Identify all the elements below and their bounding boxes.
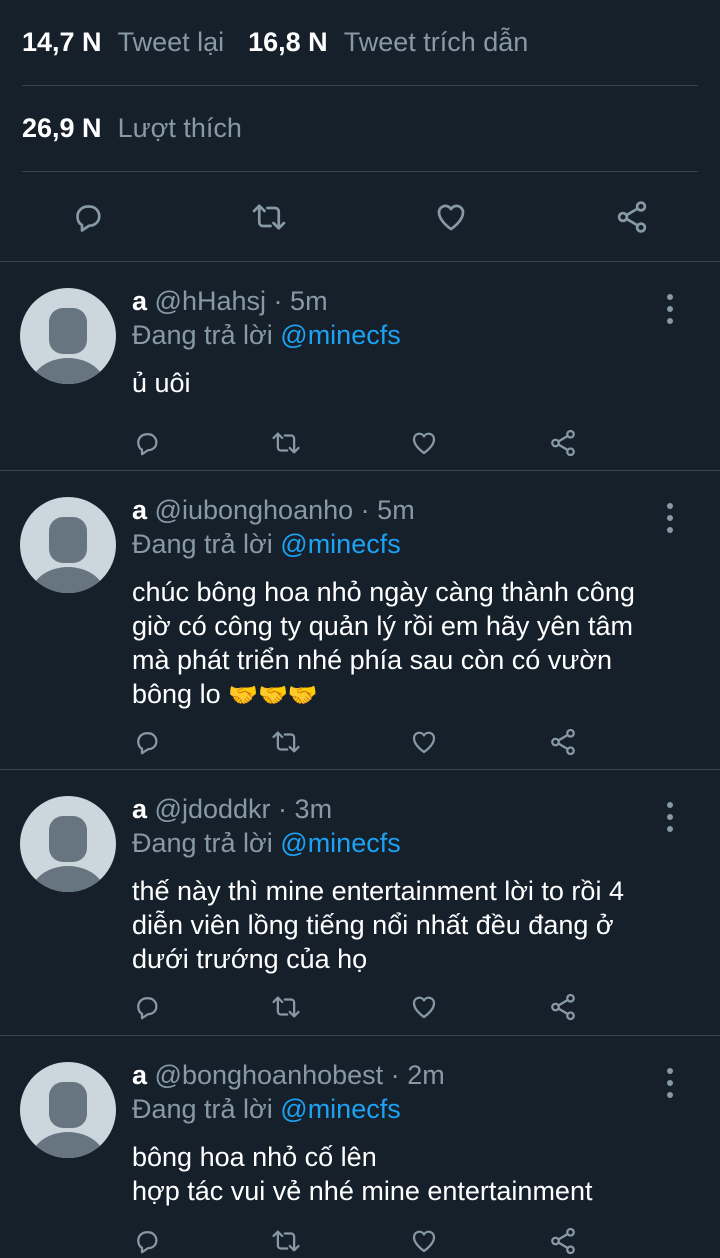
share-icon[interactable] (548, 428, 578, 458)
replying-to-label: Đang trả lời (132, 828, 273, 858)
user-handle[interactable]: @hHahsj (155, 286, 266, 316)
like-icon[interactable] (409, 992, 439, 1022)
retweets-label: Tweet lại (117, 27, 225, 57)
replying-to-mention[interactable]: @minecfs (280, 320, 400, 350)
engagement-stats-row: 14,7 N Tweet lại 16,8 N Tweet trích dẫn (22, 0, 698, 86)
retweet-icon[interactable] (271, 727, 301, 757)
reply-header: a @hHahsj · 5m (132, 284, 660, 318)
replying-to-line: Đang trả lời @minecfs (132, 318, 660, 352)
more-options-icon[interactable] (660, 802, 680, 832)
display-name[interactable]: a (132, 286, 147, 316)
share-icon[interactable] (548, 727, 578, 757)
reply-action-bar (132, 1204, 578, 1258)
retweets-stat[interactable]: 14,7 N Tweet lại (22, 27, 224, 58)
replying-to-label: Đang trả lời (132, 1094, 273, 1124)
display-name[interactable]: a (132, 794, 147, 824)
replying-to-line: Đang trả lời @minecfs (132, 826, 660, 860)
avatar[interactable] (20, 288, 116, 384)
share-icon[interactable] (548, 1226, 578, 1256)
reply-header: a @iubonghoanho · 5m (132, 493, 660, 527)
reply-action-bar (132, 970, 578, 1040)
reply-item[interactable]: a @bonghoanhobest · 2m Đang trả lời @min… (0, 1036, 720, 1258)
share-icon[interactable] (614, 199, 650, 235)
reply-icon[interactable] (132, 1226, 162, 1256)
replying-to-line: Đang trả lời @minecfs (132, 527, 660, 561)
timestamp: 2m (407, 1060, 445, 1090)
user-handle[interactable]: @jdoddkr (155, 794, 271, 824)
reply-header: a @jdoddkr · 3m (132, 792, 660, 826)
likes-count: 26,9 N (22, 113, 102, 143)
replying-to-mention[interactable]: @minecfs (280, 529, 400, 559)
reply-text: chúc bông hoa nhỏ ngày càng thành công g… (132, 575, 660, 713)
more-options-icon[interactable] (660, 1068, 680, 1098)
reply-action-bar (132, 705, 578, 775)
avatar[interactable] (20, 1062, 116, 1158)
replying-to-line: Đang trả lời @minecfs (132, 1092, 660, 1126)
timestamp: 5m (377, 495, 415, 525)
avatar[interactable] (20, 497, 116, 593)
likes-stats-row: 26,9 N Lượt thích (22, 86, 698, 172)
replying-to-label: Đang trả lời (132, 529, 273, 559)
reply-icon[interactable] (132, 727, 162, 757)
reply-icon[interactable] (132, 992, 162, 1022)
like-icon[interactable] (409, 727, 439, 757)
reply-item[interactable]: a @iubonghoanho · 5m Đang trả lời @minec… (0, 471, 720, 770)
reply-action-bar (132, 406, 578, 476)
retweet-icon[interactable] (271, 428, 301, 458)
retweets-count: 14,7 N (22, 27, 102, 57)
reply-header: a @bonghoanhobest · 2m (132, 1058, 660, 1092)
timestamp: 3m (294, 794, 333, 824)
avatar[interactable] (20, 796, 116, 892)
likes-label: Lượt thích (117, 113, 242, 143)
tweet-detail-page: 14,7 N Tweet lại 16,8 N Tweet trích dẫn … (0, 0, 720, 1258)
separator-dot: · (390, 1060, 400, 1090)
share-icon[interactable] (548, 992, 578, 1022)
separator-dot: · (278, 794, 288, 824)
separator-dot: · (360, 495, 370, 525)
quote-tweets-stat[interactable]: 16,8 N Tweet trích dẫn (248, 27, 528, 58)
reply-icon[interactable] (132, 428, 162, 458)
more-options-icon[interactable] (660, 294, 680, 324)
replying-to-mention[interactable]: @minecfs (280, 828, 400, 858)
user-handle[interactable]: @bonghoanhobest (155, 1060, 384, 1090)
retweet-icon[interactable] (271, 1226, 301, 1256)
tweet-action-bar (0, 172, 720, 262)
user-handle[interactable]: @iubonghoanho (155, 495, 354, 525)
reply-item[interactable]: a @jdoddkr · 3m Đang trả lời @minecfs th… (0, 770, 720, 1036)
replying-to-label: Đang trả lời (132, 320, 273, 350)
reply-icon[interactable] (70, 199, 106, 235)
retweet-icon[interactable] (251, 199, 287, 235)
display-name[interactable]: a (132, 1060, 147, 1090)
reply-text: ủ uôi (132, 368, 191, 398)
retweet-icon[interactable] (271, 992, 301, 1022)
more-options-icon[interactable] (660, 503, 680, 533)
like-icon[interactable] (409, 1226, 439, 1256)
replying-to-mention[interactable]: @minecfs (280, 1094, 400, 1124)
separator-dot: · (273, 286, 283, 316)
timestamp: 5m (290, 286, 328, 316)
reply-item[interactable]: a @hHahsj · 5m Đang trả lời @minecfs ủ u… (0, 262, 720, 471)
like-icon[interactable] (433, 199, 469, 235)
quote-tweets-count: 16,8 N (248, 27, 328, 57)
reply-text: thế này thì mine entertainment lời to rồ… (132, 876, 624, 974)
likes-stat[interactable]: 26,9 N Lượt thích (22, 113, 242, 144)
like-icon[interactable] (409, 428, 439, 458)
display-name[interactable]: a (132, 495, 147, 525)
reply-text-body: chúc bông hoa nhỏ ngày càng thành công g… (132, 577, 635, 709)
reply-text: bông hoa nhỏ cố lên hợp tác vui vẻ nhé m… (132, 1142, 593, 1206)
quote-tweets-label: Tweet trích dẫn (343, 27, 529, 57)
